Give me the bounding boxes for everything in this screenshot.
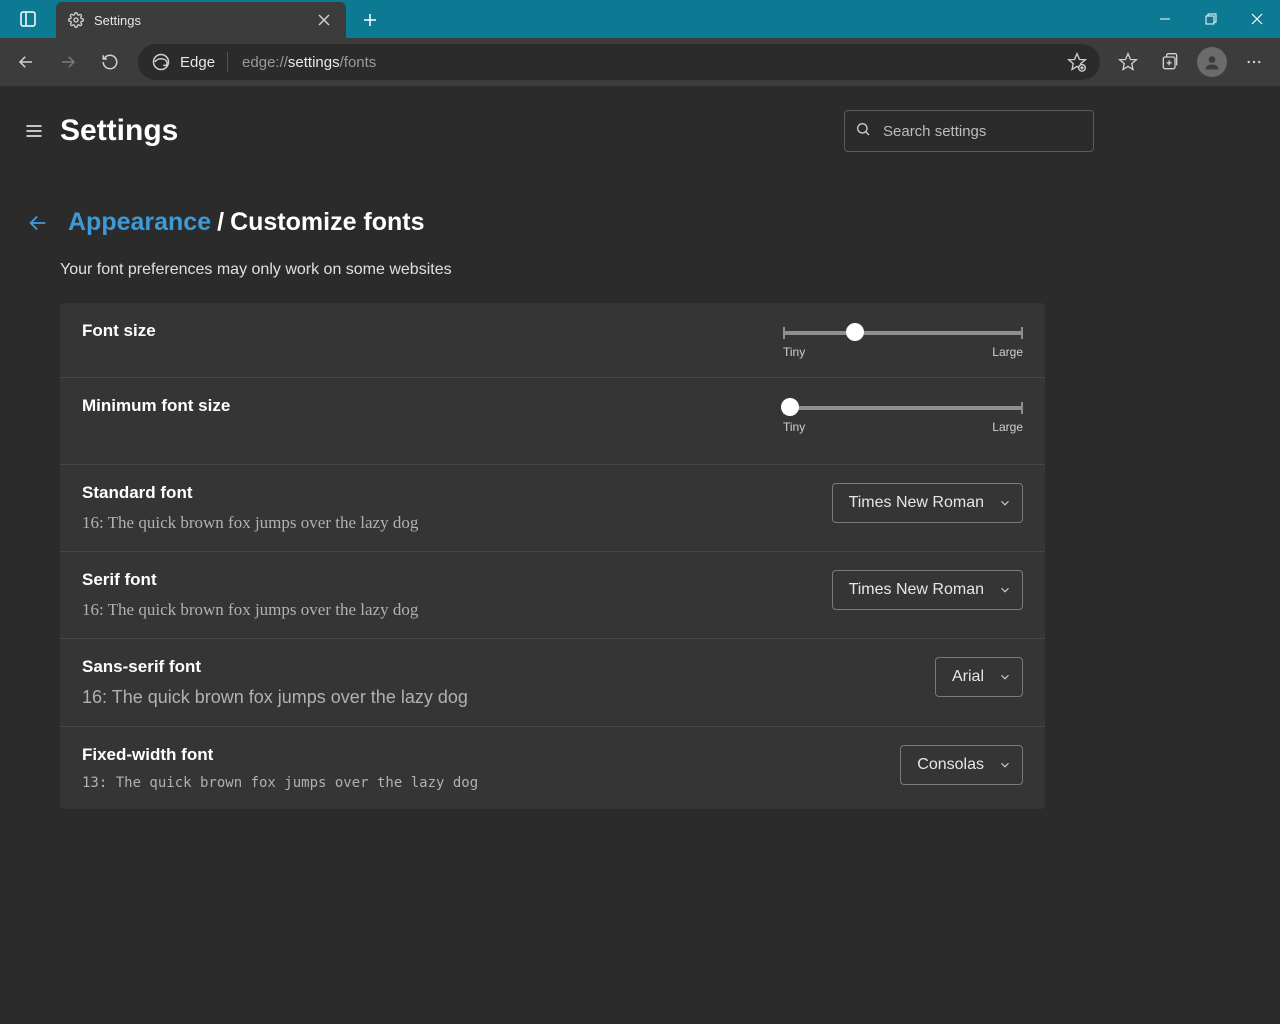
chevron-down-icon — [998, 670, 1012, 684]
min-font-size-slider-thumb[interactable] — [781, 398, 799, 416]
tab-strip: Settings — [56, 2, 1142, 38]
settings-search[interactable] — [844, 110, 1094, 152]
serif-font-select[interactable]: Times New Roman — [832, 570, 1023, 610]
standard-font-sample: 16: The quick brown fox jumps over the l… — [82, 513, 832, 533]
fixed-width-font-select[interactable]: Consolas — [900, 745, 1023, 785]
font-size-slider-thumb[interactable] — [846, 323, 864, 341]
chevron-down-icon — [998, 583, 1012, 597]
page-title: Settings — [60, 114, 178, 148]
nav-forward-button[interactable] — [48, 42, 88, 82]
slider-max-label: Large — [992, 420, 1023, 434]
browser-toolbar: Edge edge://settings/fonts — [0, 38, 1280, 86]
standard-font-row: Standard font 16: The quick brown fox ju… — [60, 465, 1045, 552]
favorites-button[interactable] — [1108, 42, 1148, 82]
breadcrumb-parent-link[interactable]: Appearance — [68, 208, 211, 237]
standard-font-select[interactable]: Times New Roman — [832, 483, 1023, 523]
chevron-down-icon — [998, 758, 1012, 772]
min-font-size-slider[interactable] — [783, 398, 1023, 416]
window-close-button[interactable] — [1234, 0, 1280, 38]
fixed-width-font-sample: 13: The quick brown fox jumps over the l… — [82, 775, 900, 791]
serif-font-label: Serif font — [82, 570, 832, 590]
font-settings-hint: Your font preferences may only work on s… — [60, 261, 1280, 279]
slider-max-label: Large — [992, 345, 1023, 359]
font-size-slider[interactable] — [783, 323, 1023, 341]
browser-tab[interactable]: Settings — [56, 2, 346, 38]
font-size-row: Font size Tiny Large — [60, 303, 1045, 378]
settings-header: Settings — [0, 86, 1280, 176]
sans-serif-font-sample: 16: The quick brown fox jumps over the l… — [82, 687, 935, 708]
collections-button[interactable] — [1150, 42, 1190, 82]
select-value: Times New Roman — [849, 581, 984, 599]
address-separator — [227, 52, 228, 72]
nav-back-button[interactable] — [6, 42, 46, 82]
window-controls — [1142, 0, 1280, 38]
address-app-label: Edge — [180, 54, 215, 71]
serif-font-row: Serif font 16: The quick brown fox jumps… — [60, 552, 1045, 639]
window-maximize-button[interactable] — [1188, 0, 1234, 38]
select-value: Times New Roman — [849, 494, 984, 512]
fixed-width-font-row: Fixed-width font 13: The quick brown fox… — [60, 727, 1045, 809]
slider-min-label: Tiny — [783, 345, 805, 359]
search-icon — [855, 121, 871, 142]
standard-font-label: Standard font — [82, 483, 832, 503]
font-settings-panel: Font size Tiny Large Minimum font size — [60, 303, 1045, 809]
address-url: edge://settings/fonts — [242, 54, 1050, 71]
tab-title: Settings — [94, 13, 141, 28]
select-value: Arial — [952, 668, 984, 686]
min-font-size-row: Minimum font size Tiny Large — [60, 378, 1045, 465]
slider-min-label: Tiny — [783, 420, 805, 434]
gear-icon — [68, 12, 84, 28]
min-font-size-label: Minimum font size — [82, 396, 783, 416]
breadcrumb-back-button[interactable] — [24, 209, 52, 237]
select-value: Consolas — [917, 756, 984, 774]
address-bar[interactable]: Edge edge://settings/fonts — [138, 44, 1100, 80]
window-title-bar: Settings — [0, 0, 1280, 38]
favorite-star-button[interactable] — [1060, 47, 1094, 77]
edge-logo-icon — [152, 53, 170, 71]
breadcrumb-current: Customize fonts — [230, 208, 424, 237]
settings-content: Appearance / Customize fonts Your font p… — [0, 176, 1280, 1024]
settings-menu-button[interactable] — [14, 111, 54, 151]
new-tab-button[interactable] — [352, 2, 388, 38]
serif-font-sample: 16: The quick brown fox jumps over the l… — [82, 600, 832, 620]
profile-button[interactable] — [1192, 42, 1232, 82]
chevron-down-icon — [998, 496, 1012, 510]
more-menu-button[interactable] — [1234, 42, 1274, 82]
sans-serif-font-select[interactable]: Arial — [935, 657, 1023, 697]
tab-close-button[interactable] — [310, 6, 338, 34]
settings-search-input[interactable] — [883, 123, 1083, 140]
avatar-icon — [1197, 47, 1227, 77]
breadcrumb: Appearance / Customize fonts — [24, 208, 1280, 237]
breadcrumb-separator: / — [217, 208, 224, 237]
fixed-width-font-label: Fixed-width font — [82, 745, 900, 765]
tab-actions-button[interactable] — [0, 0, 56, 38]
window-minimize-button[interactable] — [1142, 0, 1188, 38]
nav-refresh-button[interactable] — [90, 42, 130, 82]
sans-serif-font-label: Sans-serif font — [82, 657, 935, 677]
sans-serif-font-row: Sans-serif font 16: The quick brown fox … — [60, 639, 1045, 727]
font-size-label: Font size — [82, 321, 783, 341]
